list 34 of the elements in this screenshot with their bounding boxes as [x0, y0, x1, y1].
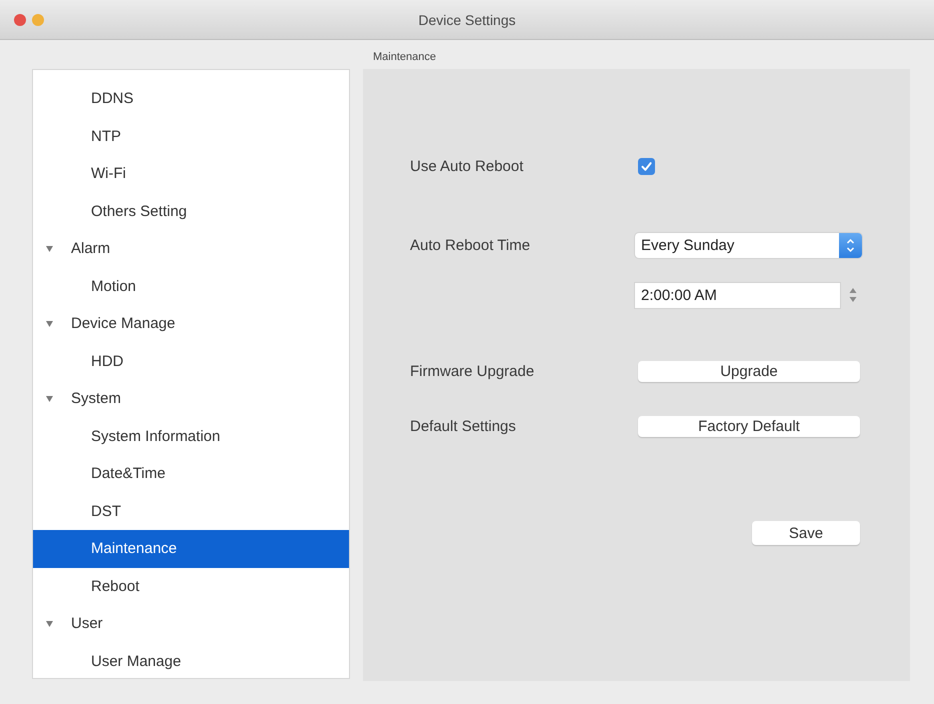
sidebar-item[interactable]: DDNS — [33, 80, 349, 118]
sidebar-item[interactable]: HDD — [33, 342, 349, 380]
sidebar-item[interactable]: Wi-Fi — [33, 155, 349, 192]
field-label: Default Settings — [410, 418, 517, 434]
sidebar-item[interactable]: User — [33, 605, 349, 642]
sidebar-item[interactable]: DST — [33, 492, 349, 530]
action-button[interactable]: Upgrade — [638, 360, 860, 382]
window-title: Device Settings — [418, 12, 516, 28]
sidebar-item[interactable]: Alarm — [33, 230, 349, 268]
group-title: Maintenance — [373, 50, 436, 64]
sidebar-item[interactable]: Motion — [33, 268, 349, 305]
dropdown[interactable]: Every Sunday — [635, 232, 862, 258]
sidebar-item[interactable]: System Information — [33, 418, 349, 455]
action-button[interactable]: Factory Default — [638, 416, 860, 436]
expand-triangle-icon[interactable] — [46, 320, 53, 327]
field-label: Use Auto Reboot — [410, 158, 524, 174]
sidebar-item[interactable]: Reboot — [33, 568, 349, 605]
sidebar-item[interactable]: Maintenance — [33, 530, 349, 568]
sidebar-item[interactable]: NTP — [33, 118, 349, 155]
expand-triangle-icon[interactable] — [46, 620, 53, 627]
expand-triangle-icon[interactable] — [46, 396, 53, 402]
checkbox[interactable] — [638, 158, 655, 174]
sidebar-item[interactable]: User Manage — [33, 642, 349, 678]
save-button[interactable]: Save — [752, 521, 860, 545]
stepper-arrows-icon[interactable] — [849, 287, 857, 303]
sidebar-item[interactable]: Others Setting — [33, 192, 349, 230]
sidebar-item[interactable]: Date&Time — [33, 455, 349, 492]
field-label: Auto Reboot Time — [410, 236, 532, 254]
close-icon[interactable] — [14, 14, 26, 26]
expand-triangle-icon[interactable] — [46, 246, 53, 252]
sidebar-item[interactable]: System — [33, 380, 349, 418]
time-field[interactable]: 2:00:00 AM — [635, 282, 840, 308]
field-label: Firmware Upgrade — [410, 362, 536, 380]
sidebar-item[interactable]: Device Manage — [33, 305, 349, 342]
